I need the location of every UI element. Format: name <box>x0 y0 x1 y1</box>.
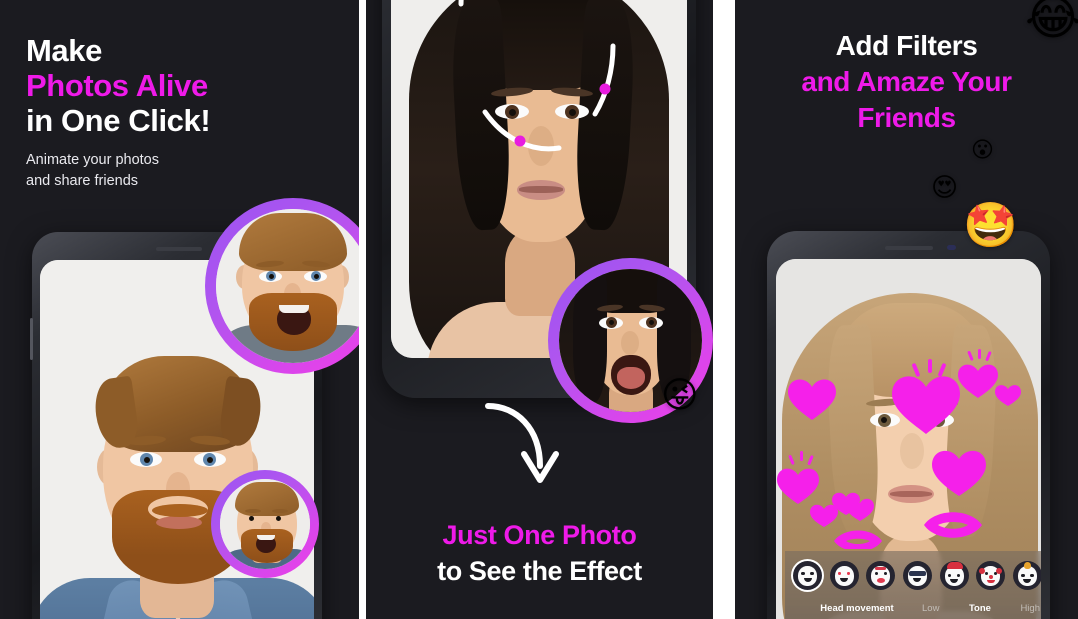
mask-face <box>834 565 854 586</box>
emoji-joy: 😂 <box>1025 0 1078 46</box>
panel1-heading-line1: Make <box>26 33 102 68</box>
filter-sunglasses[interactable] <box>902 561 932 590</box>
highlight-circle-small <box>211 470 319 578</box>
panel1-heading-block: Make Photos Alive in One Click! Animate … <box>26 33 211 192</box>
phone-screen-3: Head movement Low Tone High <box>776 259 1041 619</box>
panel-just-one-photo: 😜 Just One Photo to See the Effect <box>366 0 713 619</box>
highlight-circle-large <box>205 198 359 374</box>
mask-face <box>798 565 817 586</box>
screenshot-gallery: Make Photos Alive in One Click! Animate … <box>0 0 1078 619</box>
mask-face <box>944 561 964 586</box>
mask-face <box>979 565 1003 586</box>
panel1-sub-line2: and share friends <box>26 173 139 189</box>
panel1-sub-line1: Animate your photos <box>26 152 159 168</box>
phone-camera-dot <box>947 245 956 250</box>
panel1-subheading: Animate your photos and share friends <box>26 150 210 192</box>
filter-plain-smile[interactable] <box>793 561 822 590</box>
mask-face <box>1017 561 1037 586</box>
panel3-heading-line2: and Amaze Your <box>801 66 1012 97</box>
emoji-hushed: 😮 <box>971 138 994 163</box>
panel-add-filters: Head movement Low Tone High Add Filters … <box>735 0 1078 619</box>
emoji-star-struck: 🤩 <box>963 200 1018 251</box>
filter-santa-hat[interactable] <box>939 561 969 590</box>
emoji-winking-tongue: 😜 <box>661 375 699 416</box>
preview-winking-man <box>220 479 310 569</box>
phone-speaker <box>156 247 202 251</box>
panel1-heading-line2: Photos Alive <box>26 68 208 103</box>
phone-speaker <box>885 246 933 250</box>
tone-high-label: High <box>1020 603 1040 614</box>
curved-down-arrow <box>485 403 559 483</box>
panel-divider-2 <box>713 0 735 619</box>
filter-crown-fire[interactable] <box>1012 561 1041 590</box>
filter-thumbnail-row[interactable] <box>793 561 1041 590</box>
phone-mockup-3: Head movement Low Tone High <box>767 231 1050 619</box>
sticker-overlay-hearts-lips <box>777 349 1021 549</box>
emoji-heart-eyes: 😍 <box>931 173 959 203</box>
panel1-heading-line3: in One Click! <box>26 103 211 138</box>
panel2-footer-line2: to See the Effect <box>437 556 642 586</box>
filter-control-bar[interactable]: Head movement Low Tone High <box>785 551 1041 619</box>
panel2-footer-block: Just One Photo to See the Effect <box>366 517 713 589</box>
mask-face <box>907 565 927 586</box>
panel2-footer-line1: Just One Photo <box>442 520 637 550</box>
preview-laughing-man <box>216 209 359 363</box>
head-movement-label: Head movement <box>820 603 894 614</box>
panel-make-photos-alive: Make Photos Alive in One Click! Animate … <box>0 0 359 619</box>
filter-clown[interactable] <box>976 561 1006 590</box>
filter-heart-eyes[interactable] <box>829 561 859 590</box>
panel-divider-1 <box>359 0 366 619</box>
tone-label-group: Low Tone High <box>921 603 1041 614</box>
phone-side-button <box>30 318 33 360</box>
tone-low-label: Low <box>922 603 940 614</box>
tone-label: Tone <box>968 603 991 614</box>
panel3-heading-line3: Friends <box>857 102 956 133</box>
filter-kiss-lips[interactable] <box>866 561 896 590</box>
mask-face <box>871 565 891 586</box>
slider-label-row: Head movement Low Tone High <box>793 603 1041 614</box>
